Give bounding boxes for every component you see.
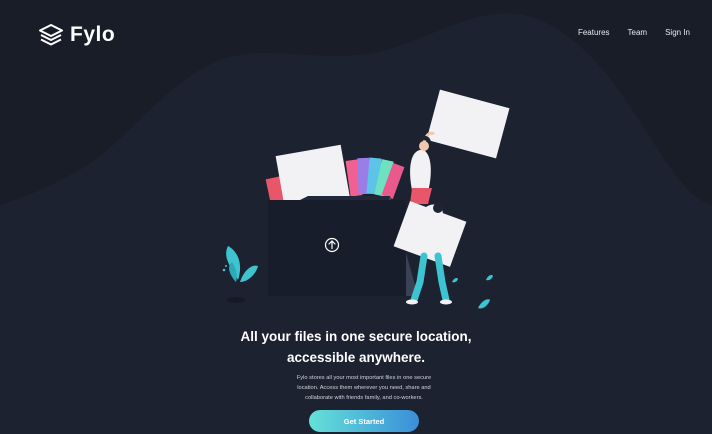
hero-description-line: location. Access them wherever you need,… [297,385,431,391]
get-started-button[interactable]: Get Started [309,410,419,432]
hero-headline-line: accessible anywhere. [286,350,426,365]
hero-description-line: collaborate with friends family, and co-… [305,395,423,401]
hero-description: Fylo stores all your most important file… [284,373,444,403]
hero-headline: All your files in one secure location, a… [206,326,506,368]
hero-description-line: Fylo stores all your most important file… [296,375,432,381]
leaf-shape [486,275,493,281]
hero-headline-line: All your files in one secure location, [240,329,472,344]
hero-illustration [222,89,510,309]
leaf-shape [452,278,458,283]
person-illustration [410,89,510,204]
leaf-shape [478,299,490,309]
color-swatches [345,157,405,200]
plant-illustration [222,246,258,303]
